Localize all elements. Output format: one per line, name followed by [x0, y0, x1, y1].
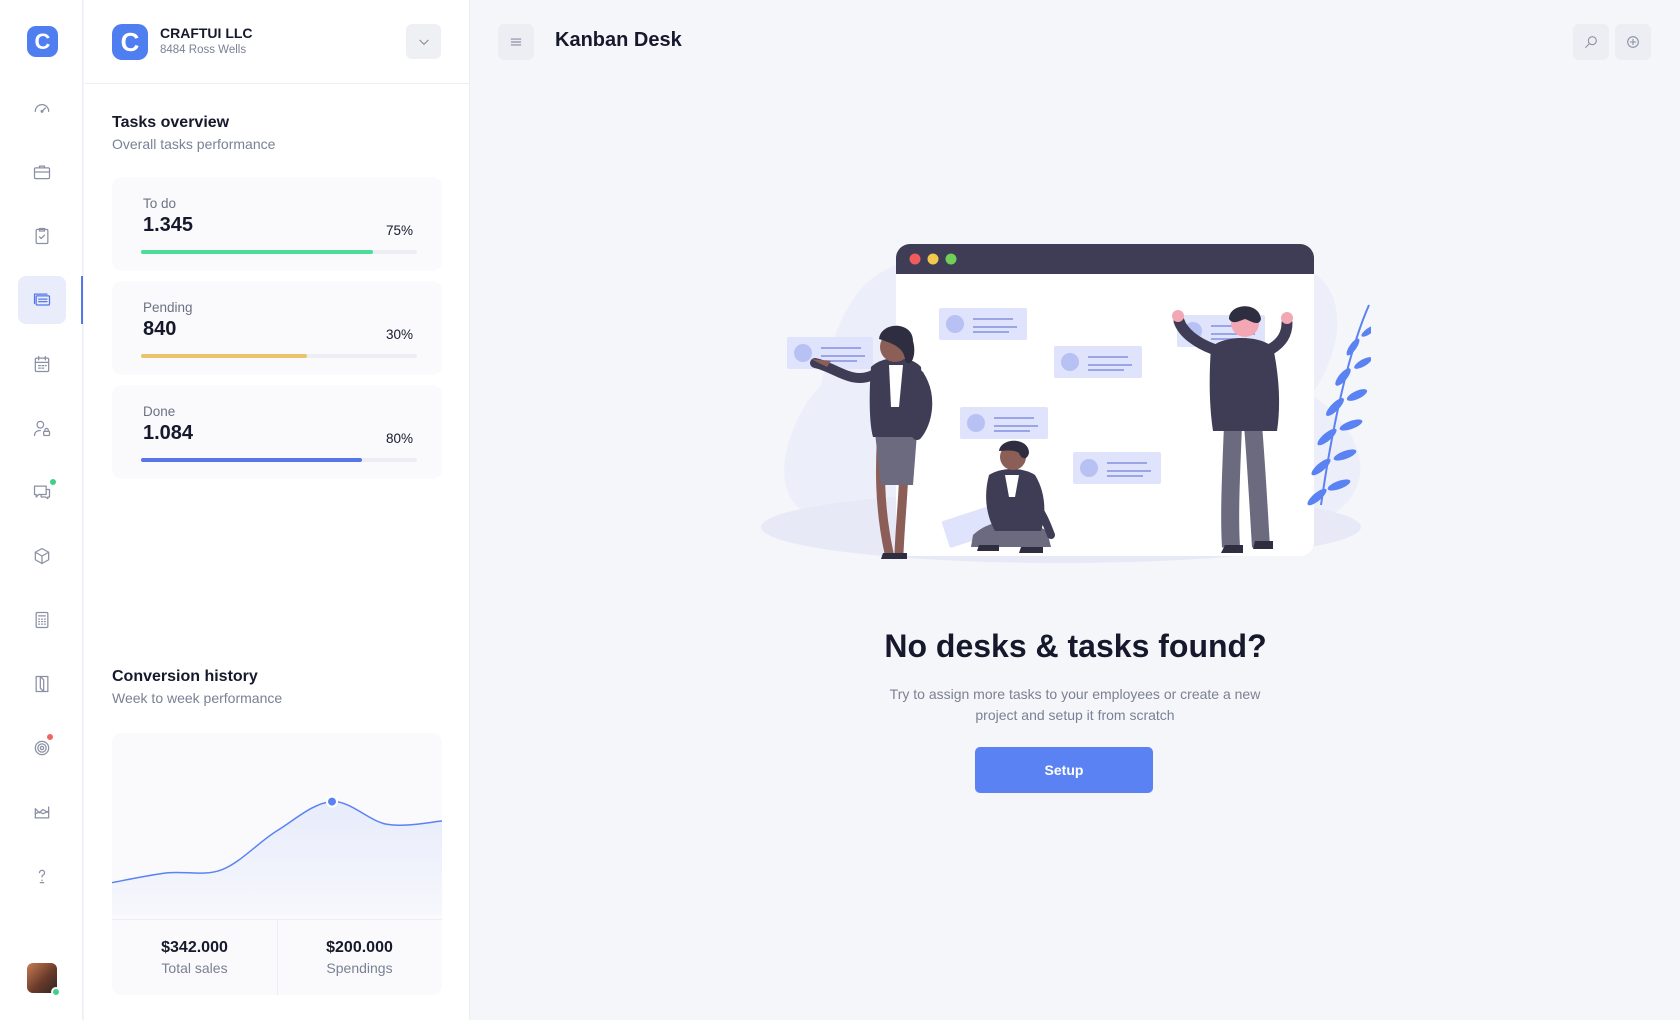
- task-progress-track: [141, 250, 417, 254]
- task-card-pending[interactable]: Pending 840 30%: [112, 281, 442, 375]
- empty-state-description: Try to assign more tasks to your employe…: [889, 686, 1261, 723]
- speedometer-icon: [34, 104, 50, 113]
- task-card-todo[interactable]: To do 1.345 75%: [112, 177, 442, 271]
- rail-item-documents[interactable]: [18, 660, 66, 708]
- add-button[interactable]: [1615, 24, 1651, 60]
- spendings-stat: $200.000 Spendings: [277, 919, 442, 995]
- online-status-dot: [51, 987, 61, 997]
- chart-area-fill: [112, 801, 442, 915]
- side-panel: C CRAFTUI LLC 8484 Ross Wells Tasks over…: [84, 0, 470, 1020]
- main-content: Kanban Desk No desks & tasks found? Try …: [471, 0, 1680, 1020]
- task-label: Pending: [143, 300, 193, 315]
- conversion-area-chart: [112, 795, 442, 915]
- conversion-card: $342.000 Total sales $200.000 Spendings: [112, 733, 442, 995]
- rail-item-calculator[interactable]: [18, 596, 66, 644]
- search-icon: [1585, 36, 1597, 48]
- briefcase-icon: [33, 165, 51, 180]
- empty-state-illustration: [761, 244, 1371, 563]
- stacked-boards-icon: [33, 293, 51, 306]
- app-logo[interactable]: C: [27, 26, 58, 57]
- task-percent: 75%: [385, 223, 413, 238]
- rail-item-projects[interactable]: [18, 148, 66, 196]
- rail-item-tasks[interactable]: [18, 212, 66, 260]
- task-percent: 80%: [385, 431, 413, 446]
- rail-item-help[interactable]: [18, 852, 66, 900]
- rail-item-messages[interactable]: [18, 468, 66, 516]
- task-value: 840: [143, 318, 177, 340]
- task-percent: 30%: [385, 327, 413, 342]
- goals-badge: [46, 733, 54, 741]
- calendar-icon: [34, 355, 50, 373]
- task-label: To do: [143, 196, 177, 211]
- rail-item-products[interactable]: [18, 532, 66, 580]
- chart-highlight-point[interactable]: [326, 795, 338, 808]
- empty-state-title: No desks & tasks found?: [884, 628, 1267, 664]
- conversion-subtitle: Week to week performance: [112, 690, 283, 706]
- setup-button[interactable]: Setup: [975, 747, 1153, 793]
- task-progress-track: [141, 458, 417, 462]
- company-logo: C: [112, 24, 148, 60]
- question-icon: [38, 869, 46, 884]
- user-lock-icon: [33, 420, 51, 437]
- rail-item-users[interactable]: [18, 404, 66, 452]
- task-progress-track: [141, 354, 417, 358]
- search-button[interactable]: [1573, 24, 1609, 60]
- company-dropdown-button[interactable]: [406, 24, 441, 59]
- total-sales-value: $342.000: [161, 939, 228, 956]
- page-title: Kanban Desk: [555, 29, 682, 51]
- icon-rail: C: [0, 0, 83, 1020]
- rail-item-dashboard[interactable]: [18, 84, 66, 132]
- rail-item-reports[interactable]: [18, 788, 66, 836]
- task-progress-fill: [141, 354, 307, 358]
- clipboard-check-icon: [35, 227, 49, 245]
- menu-toggle-button[interactable]: [498, 24, 534, 60]
- book-icon: [35, 675, 49, 693]
- task-value: 1.084: [143, 422, 194, 444]
- conversion-title: Conversion history: [112, 668, 258, 685]
- chat-icon: [33, 485, 51, 500]
- user-avatar[interactable]: [27, 963, 61, 997]
- rail-item-goals[interactable]: [18, 724, 66, 772]
- task-progress-fill: [141, 458, 362, 462]
- company-address: 8484 Ross Wells: [160, 44, 247, 56]
- spendings-label: Spendings: [326, 960, 393, 976]
- task-card-done[interactable]: Done 1.084 80%: [112, 385, 442, 479]
- plus-circle-icon: [1627, 36, 1639, 48]
- task-label: Done: [143, 404, 176, 419]
- messages-badge: [49, 478, 57, 486]
- task-progress-fill: [141, 250, 373, 254]
- tasks-overview-title: Tasks overview: [112, 114, 230, 131]
- hamburger-icon: [510, 38, 522, 46]
- spendings-value: $200.000: [326, 939, 393, 956]
- company-name: CRAFTUI LLC: [160, 25, 253, 41]
- active-indicator: [81, 276, 83, 324]
- target-icon: [34, 740, 50, 756]
- chevron-down-icon: [418, 39, 429, 45]
- calculator-icon: [35, 611, 49, 629]
- rail-item-calendar[interactable]: [18, 340, 66, 388]
- company-header: C CRAFTUI LLC 8484 Ross Wells: [84, 0, 470, 84]
- box-icon: [34, 547, 50, 565]
- rail-item-kanban[interactable]: [18, 276, 66, 324]
- total-sales-label: Total sales: [161, 960, 228, 976]
- task-value: 1.345: [143, 214, 194, 236]
- tasks-overview-subtitle: Overall tasks performance: [112, 136, 276, 152]
- area-chart-icon: [34, 806, 50, 819]
- total-sales-stat: $342.000 Total sales: [112, 919, 277, 995]
